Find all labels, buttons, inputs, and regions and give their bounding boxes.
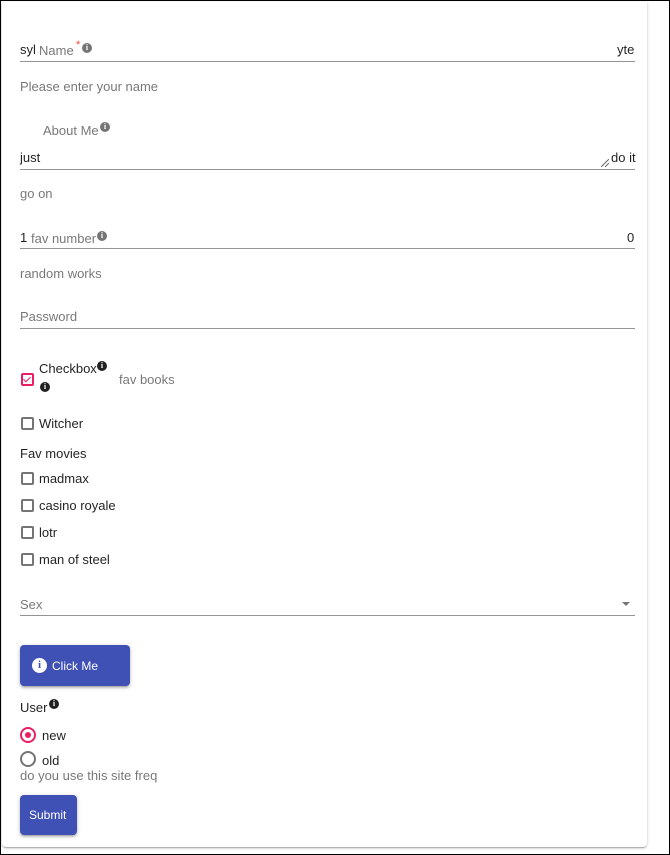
about-underline bbox=[20, 169, 635, 170]
casino-royale-label: casino royale bbox=[39, 498, 116, 513]
witcher-box[interactable] bbox=[21, 417, 34, 430]
casino-royale-box[interactable] bbox=[21, 499, 34, 512]
sex-underline bbox=[20, 615, 635, 616]
name-suffix: yte bbox=[617, 42, 635, 57]
dropdown-arrow-icon bbox=[622, 602, 630, 606]
sex-label: Sex bbox=[20, 597, 43, 612]
about-value: just bbox=[20, 150, 41, 165]
form-card: syl Name * i yte Please enter your name … bbox=[2, 2, 647, 847]
man-of-steel-box[interactable] bbox=[21, 553, 34, 566]
fav-number-label: fav number bbox=[31, 231, 97, 246]
radio-new-label: new bbox=[42, 728, 66, 743]
password-label: Password bbox=[20, 309, 78, 324]
click-me-label: Click Me bbox=[52, 659, 99, 673]
name-underline bbox=[20, 61, 635, 62]
fav-movies-legend: Fav movies bbox=[20, 446, 87, 461]
checkbox-box[interactable] bbox=[21, 373, 34, 386]
about-label: About Me bbox=[43, 123, 99, 138]
checkbox-info-icon: i bbox=[97, 361, 107, 371]
user-legend: User bbox=[20, 700, 48, 715]
madmax-box[interactable] bbox=[21, 472, 34, 485]
fav-number-info-icon: i bbox=[97, 231, 107, 241]
password-underline bbox=[20, 328, 635, 329]
radio-old-label: old bbox=[42, 753, 60, 768]
radio-old-circle[interactable] bbox=[20, 751, 36, 767]
fav-books-legend: fav books bbox=[119, 372, 175, 387]
submit-label: Submit bbox=[29, 808, 67, 822]
fav-number-underline bbox=[20, 248, 635, 249]
fav-number-helper: random works bbox=[20, 266, 102, 281]
required-mark: * bbox=[76, 39, 81, 51]
fav-number-prefix: 1 bbox=[20, 230, 28, 245]
lotr-box[interactable] bbox=[21, 526, 34, 539]
submit-button[interactable]: Submit bbox=[20, 795, 77, 835]
madmax-label: madmax bbox=[39, 471, 89, 486]
page-frame: syl Name * i yte Please enter your name … bbox=[0, 0, 670, 855]
about-info-icon: i bbox=[100, 122, 110, 132]
checkbox-info-icon-2: i bbox=[40, 382, 50, 392]
name-helper: Please enter your name bbox=[20, 79, 159, 94]
checkbox-label: Checkbox bbox=[39, 361, 97, 376]
man-of-steel-label: man of steel bbox=[39, 552, 110, 567]
click-me-button[interactable]: i Click Me bbox=[20, 645, 130, 686]
lotr-label: lotr bbox=[39, 525, 58, 540]
name-prefix: syl bbox=[20, 42, 36, 57]
name-info-icon: i bbox=[82, 43, 92, 53]
about-helper: go on bbox=[20, 186, 53, 201]
user-info-icon: i bbox=[49, 699, 59, 709]
info-icon: i bbox=[32, 658, 47, 673]
about-suffix: do it bbox=[611, 150, 636, 165]
witcher-label: Witcher bbox=[39, 416, 84, 431]
user-helper: do you use this site freq bbox=[20, 768, 158, 783]
radio-new-circle[interactable] bbox=[20, 727, 36, 743]
name-label: Name bbox=[39, 43, 74, 58]
resize-handle-icon[interactable] bbox=[600, 154, 610, 168]
fav-number-value: 0 bbox=[627, 230, 635, 245]
